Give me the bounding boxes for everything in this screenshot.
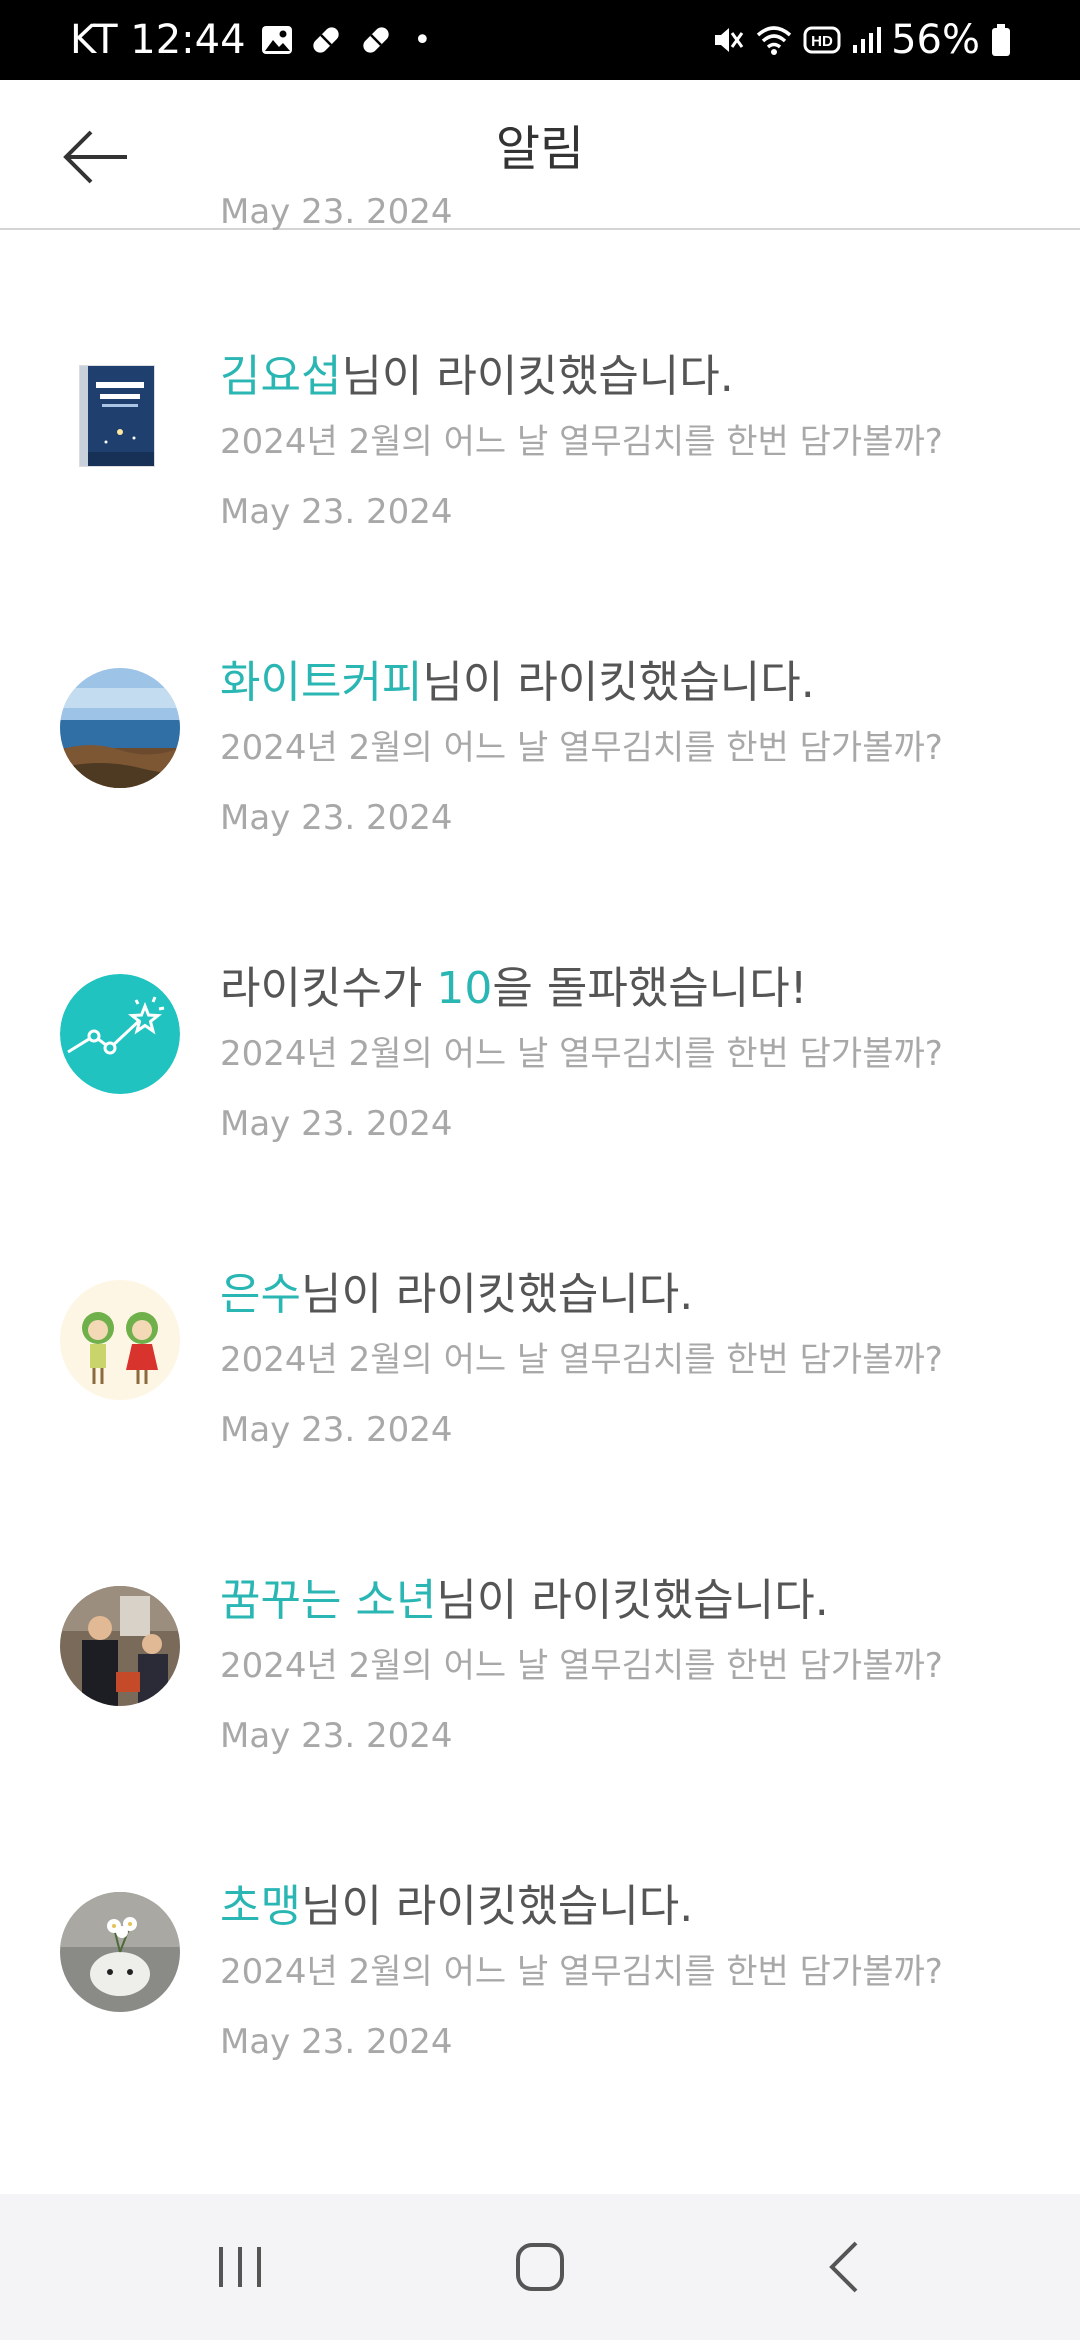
svg-text:HD: HD: [811, 33, 833, 50]
pill-icon: [358, 22, 394, 58]
post-title: 2024년 2월의 어느 날 열무김치를 한번 담가볼까?: [220, 1340, 943, 1380]
milestone-prefix: 라이킷수가: [220, 963, 437, 1014]
notification-date: May 23. 2024: [220, 1410, 453, 1450]
system-back-button[interactable]: [784, 2194, 904, 2340]
notification-title: 화이트커피님이 라이킷했습니다.: [220, 653, 943, 713]
signal-icon: [851, 25, 882, 55]
mute-icon: [711, 23, 745, 57]
user-name-highlight[interactable]: 화이트커피: [220, 657, 422, 708]
arrow-left-icon: [63, 130, 127, 184]
post-title: 2024년 2월의 어느 날 열무김치를 한번 담가볼까?: [220, 728, 943, 768]
notification-item[interactable]: 꿈꾸는 소년님이 라이킷했습니다. 2024년 2월의 어느 날 열무김치를 한…: [0, 1456, 1080, 1762]
milestone-star-graph-icon: [60, 974, 180, 1094]
back-chevron-icon: [829, 2241, 858, 2293]
notification-text: 초맹님이 라이킷했습니다. 2024년 2월의 어느 날 열무김치를 한번 담가…: [220, 1877, 943, 2065]
notification-item[interactable]: 화이트커피님이 라이킷했습니다. 2024년 2월의 어느 날 열무김치를 한번…: [0, 538, 1080, 844]
notification-message: 님이 라이킷했습니다.: [300, 1269, 694, 1320]
home-button[interactable]: [480, 2194, 600, 2340]
image-icon: [260, 23, 294, 57]
post-title: 2024년 2월의 어느 날 열무김치를 한번 담가볼까?: [220, 1952, 943, 1992]
status-right: HD 56%: [711, 17, 1012, 63]
user-name-highlight[interactable]: 은수: [220, 1269, 301, 1320]
user-name-highlight[interactable]: 김요섭: [220, 351, 341, 402]
flower-vase-thumbnail: [60, 1892, 180, 2012]
page-title: 알림: [495, 121, 585, 177]
notification-title: 꿈꾸는 소년님이 라이킷했습니다.: [220, 1571, 943, 1631]
notification-title: 라이킷수가 10을 돌파했습니다!: [220, 959, 943, 1019]
app-header: 알림: [0, 80, 1080, 230]
cartoon-couple-thumbnail: [60, 1280, 180, 1400]
notification-message: 님이 라이킷했습니다.: [300, 1881, 694, 1932]
notification-message: 을 돌파했습니다!: [492, 963, 808, 1014]
partial-date: May 23. 2024: [220, 192, 453, 232]
notification-date: May 23. 2024: [220, 798, 453, 838]
notification-title: 김요섭님이 라이킷했습니다.: [220, 347, 943, 407]
book-cover-thumbnail: [74, 362, 162, 474]
notification-text: 화이트커피님이 라이킷했습니다. 2024년 2월의 어느 날 열무김치를 한번…: [220, 653, 943, 841]
home-icon: [516, 2243, 564, 2291]
system-nav-bar: [0, 2194, 1080, 2340]
people-photo-thumbnail: [60, 1586, 180, 1706]
hd-icon: HD: [803, 25, 841, 55]
notification-dot: •: [413, 22, 432, 58]
seaside-landscape-thumbnail: [60, 668, 180, 788]
notification-title: 초맹님이 라이킷했습니다.: [220, 1877, 943, 1937]
notification-item[interactable]: 김요섭님이 라이킷했습니다. 2024년 2월의 어느 날 열무김치를 한번 담…: [0, 232, 1080, 538]
status-bar: KT 12:44 • HD 56%: [0, 0, 1080, 80]
notification-message: 님이 라이킷했습니다.: [436, 1575, 829, 1626]
user-name-highlight[interactable]: 꿈꾸는 소년: [220, 1575, 436, 1626]
notification-text: 꿈꾸는 소년님이 라이킷했습니다. 2024년 2월의 어느 날 열무김치를 한…: [220, 1571, 943, 1759]
pill-icon: [308, 22, 344, 58]
back-button[interactable]: [56, 122, 136, 192]
recent-apps-button[interactable]: [180, 2194, 300, 2340]
battery-icon: [990, 23, 1012, 57]
post-title: 2024년 2월의 어느 날 열무김치를 한번 담가볼까?: [220, 1646, 943, 1686]
notification-text: 김요섭님이 라이킷했습니다. 2024년 2월의 어느 날 열무김치를 한번 담…: [220, 347, 943, 535]
notification-date: May 23. 2024: [220, 1716, 453, 1756]
notification-date: May 23. 2024: [220, 492, 453, 532]
notification-date: May 23. 2024: [220, 1104, 453, 1144]
milestone-count: 10: [436, 963, 493, 1014]
post-title: 2024년 2월의 어느 날 열무김치를 한번 담가볼까?: [220, 1034, 943, 1074]
notification-text: 라이킷수가 10을 돌파했습니다! 2024년 2월의 어느 날 열무김치를 한…: [220, 959, 943, 1147]
wifi-icon: [755, 23, 793, 57]
carrier-time: KT 12:44: [70, 17, 246, 63]
recent-apps-icon: [219, 2247, 261, 2287]
user-name-highlight[interactable]: 초맹: [220, 1881, 301, 1932]
notification-message: 님이 라이킷했습니다.: [341, 351, 734, 402]
notification-item[interactable]: 초맹님이 라이킷했습니다. 2024년 2월의 어느 날 열무김치를 한번 담가…: [0, 1762, 1080, 2068]
battery-percent: 56%: [891, 17, 980, 63]
notification-date: May 23. 2024: [220, 2022, 453, 2062]
notification-text: 은수님이 라이킷했습니다. 2024년 2월의 어느 날 열무김치를 한번 담가…: [220, 1265, 943, 1453]
post-title: 2024년 2월의 어느 날 열무김치를 한번 담가볼까?: [220, 422, 943, 462]
notification-title: 은수님이 라이킷했습니다.: [220, 1265, 943, 1325]
notification-item[interactable]: 은수님이 라이킷했습니다. 2024년 2월의 어느 날 열무김치를 한번 담가…: [0, 1150, 1080, 1456]
status-left: KT 12:44 •: [70, 17, 431, 63]
notification-item[interactable]: 라이킷수가 10을 돌파했습니다! 2024년 2월의 어느 날 열무김치를 한…: [0, 844, 1080, 1150]
notification-message: 님이 라이킷했습니다.: [422, 657, 815, 708]
